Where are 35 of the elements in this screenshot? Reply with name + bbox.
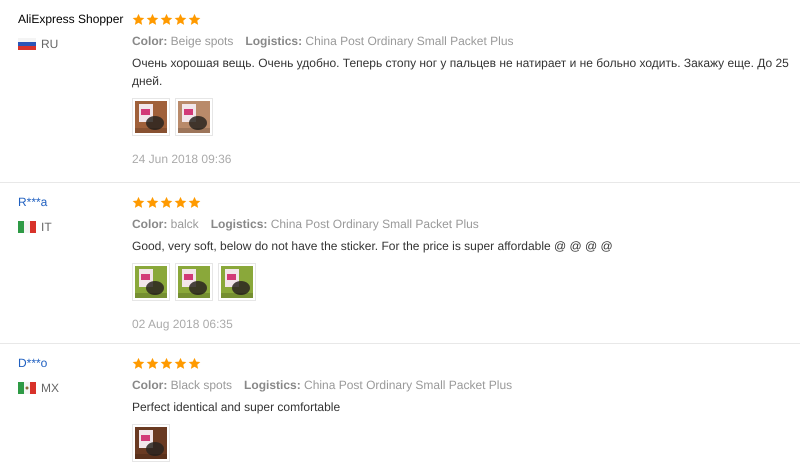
star-icon <box>160 12 173 26</box>
star-icon <box>146 356 159 370</box>
star-icon <box>146 196 159 208</box>
reviewer-name[interactable]: R***a <box>18 193 132 211</box>
country-code: RU <box>41 36 58 53</box>
star-icon <box>174 356 187 370</box>
reviewer-name: AliExpress Shopper <box>18 11 124 28</box>
review-date: 02 Aug 2018 06:35 <box>132 316 234 333</box>
star-icon <box>188 196 201 208</box>
review-text: Очень хорошая вещь. Очень удобно. Теперь стопу ног у пальцев не натирает и не больно ходить. Закажу еще. До 25 дней. <box>132 55 790 90</box>
flag-icon <box>18 382 36 394</box>
color-attribute: Color: balck <box>132 216 199 233</box>
logistics-attribute: Logistics: China Post Ordinary Small Packet Plus <box>245 33 514 50</box>
flag-icon <box>18 38 36 50</box>
star-icon <box>174 196 187 208</box>
review-date: 24 Jun 2018 09:36 <box>132 151 232 168</box>
flag-icon <box>18 221 36 233</box>
color-attribute: Color: Beige spots <box>132 33 234 50</box>
country-code: MX <box>41 380 59 397</box>
logistics-attribute: Logistics: China Post Ordinary Small Packet Plus <box>210 216 479 233</box>
logistics-attribute: Logistics: China Post Ordinary Small Packet Plus <box>244 377 512 394</box>
review-text: Perfect identical and super comfortable <box>132 399 342 416</box>
star-icon <box>160 356 173 370</box>
star-icon <box>132 196 145 208</box>
reviewer-name[interactable]: D***o <box>18 354 132 372</box>
star-icon <box>132 356 145 370</box>
star-icon <box>188 12 201 26</box>
star-icon <box>174 12 187 26</box>
star-icon <box>146 12 159 26</box>
review-text: Good, very soft, below do not have the sticker. For the price is super affordable @ @ @ @ <box>132 238 614 255</box>
star-icon <box>132 12 145 26</box>
color-attribute: Color: Black spots <box>132 377 232 394</box>
star-icon <box>188 356 201 370</box>
star-icon <box>160 196 173 208</box>
country-code: IT <box>41 219 52 236</box>
